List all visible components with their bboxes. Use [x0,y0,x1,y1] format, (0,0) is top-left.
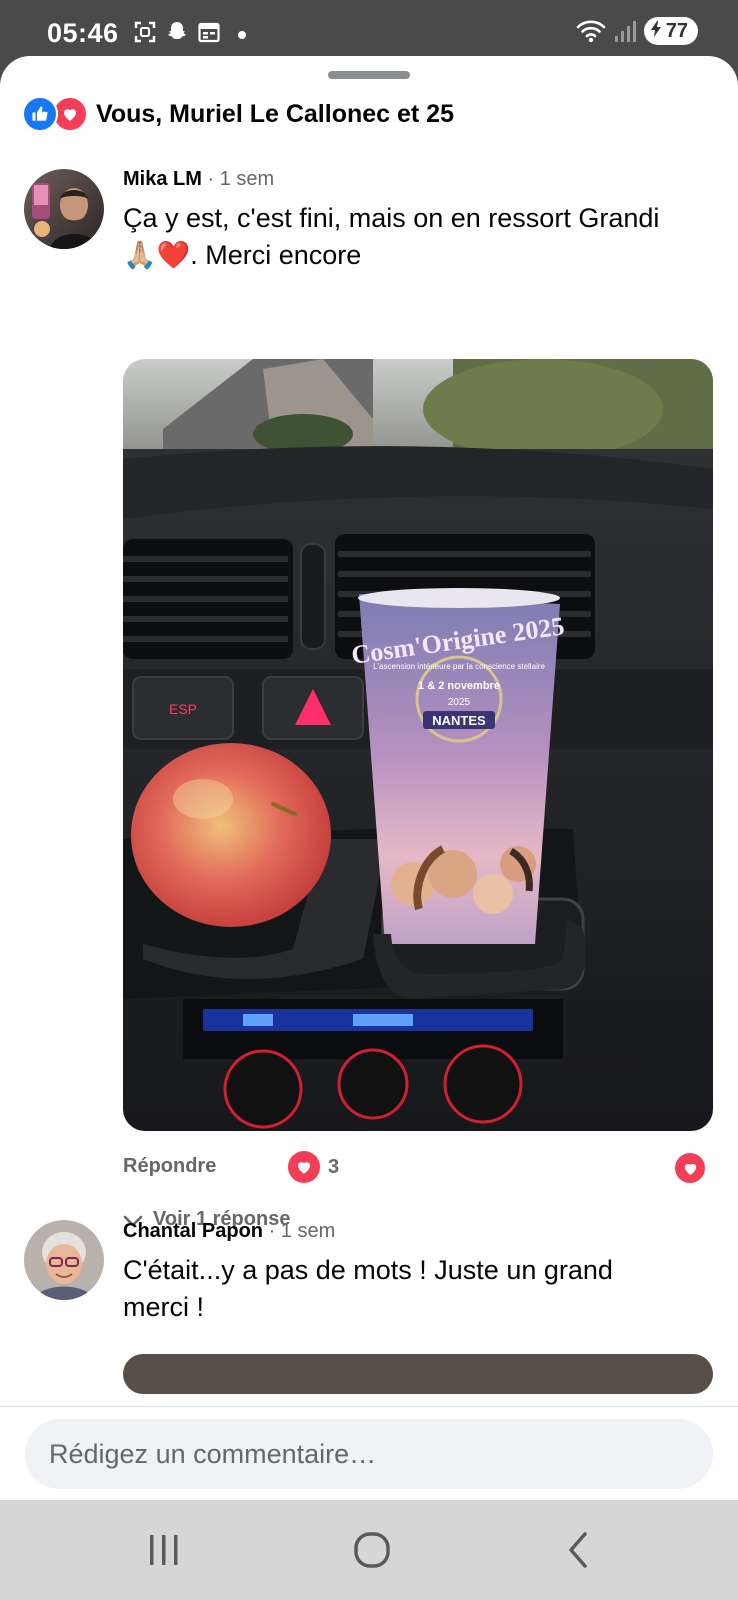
reactions-summary-text: Vous, Muriel Le Callonec et 25 [96,99,454,128]
emoji: 🙏🏼❤️ [123,240,191,270]
battery-level: 77 [665,20,688,42]
comments-sheet: Vous, Muriel Le Callonec et 25 Mika LM ·… [0,56,738,1500]
comment-photo[interactable] [123,1354,713,1394]
reaction-count-value: 3 [328,1155,340,1178]
home-button[interactable] [350,1530,394,1570]
comment-text-line: C'était...y a pas de mots ! Juste un gra… [123,1255,613,1285]
comment-time: · 1 sem [207,168,275,190]
comment-text: Ça y est, c'est fini, mais on en ressort… [123,200,723,274]
cup-tagline: L'ascension intérieure par la conscience… [373,662,545,671]
back-button[interactable] [556,1530,600,1570]
signal-icon [614,21,636,42]
system-navigation-bar [0,1500,738,1600]
calendar-icon [198,22,220,43]
comment-text-line: Ça y est, c'est fini, mais on en ressort… [123,203,660,233]
comment-input[interactable] [25,1419,713,1489]
screenshot-icon [134,21,156,43]
status-bar: 05:46 77 [0,0,738,62]
recent-apps-icon [150,1535,178,1565]
comment-text-line: merci ! [123,1292,204,1322]
reactions-summary[interactable]: Vous, Muriel Le Callonec et 25 [22,96,454,132]
comment-header: Chantal Papon · 1 sem [123,1220,335,1243]
cup-year: 2025 [448,697,471,708]
wifi-icon [576,20,606,43]
comment-actions: Répondre 3 [123,1151,713,1191]
status-right-icons: 77 [576,17,698,45]
status-dot [238,31,246,39]
notification-icons [133,20,221,44]
comment-time: · 1 sem [268,1220,336,1242]
comment-header: Mika LM · 1 sem [123,168,274,191]
snapchat-icon [168,22,186,39]
cup-date: 1 & 2 novembre [418,680,500,692]
comment-text: C'était...y a pas de mots ! Juste un gra… [123,1252,723,1326]
comment-photo[interactable]: ESP Cosm'Origine 2025 L'ascension intéri… [123,359,713,1131]
avatar[interactable] [24,1220,104,1300]
comment-text-line: 🙏🏼❤️. Merci encore [123,240,362,270]
heart-icon [288,1151,320,1183]
comment-author[interactable]: Mika LM [123,168,202,190]
back-icon [569,1532,587,1568]
composer-bar [0,1406,738,1501]
reply-button[interactable]: Répondre [123,1155,216,1178]
cup-city: NANTES [432,713,486,728]
status-time: 05:46 [47,18,119,48]
drag-handle[interactable] [328,71,410,79]
recent-apps-button[interactable] [142,1530,186,1570]
esp-label: ESP [169,701,197,717]
comment-author[interactable]: Chantal Papon [123,1220,263,1242]
home-icon [354,1532,390,1568]
avatar[interactable] [24,169,104,249]
reaction-count[interactable]: 3 [288,1151,339,1183]
like-reaction-icon [22,96,58,132]
battery-indicator: 77 [643,17,698,45]
charging-icon [650,21,661,37]
heart-reaction-button[interactable] [675,1153,705,1183]
